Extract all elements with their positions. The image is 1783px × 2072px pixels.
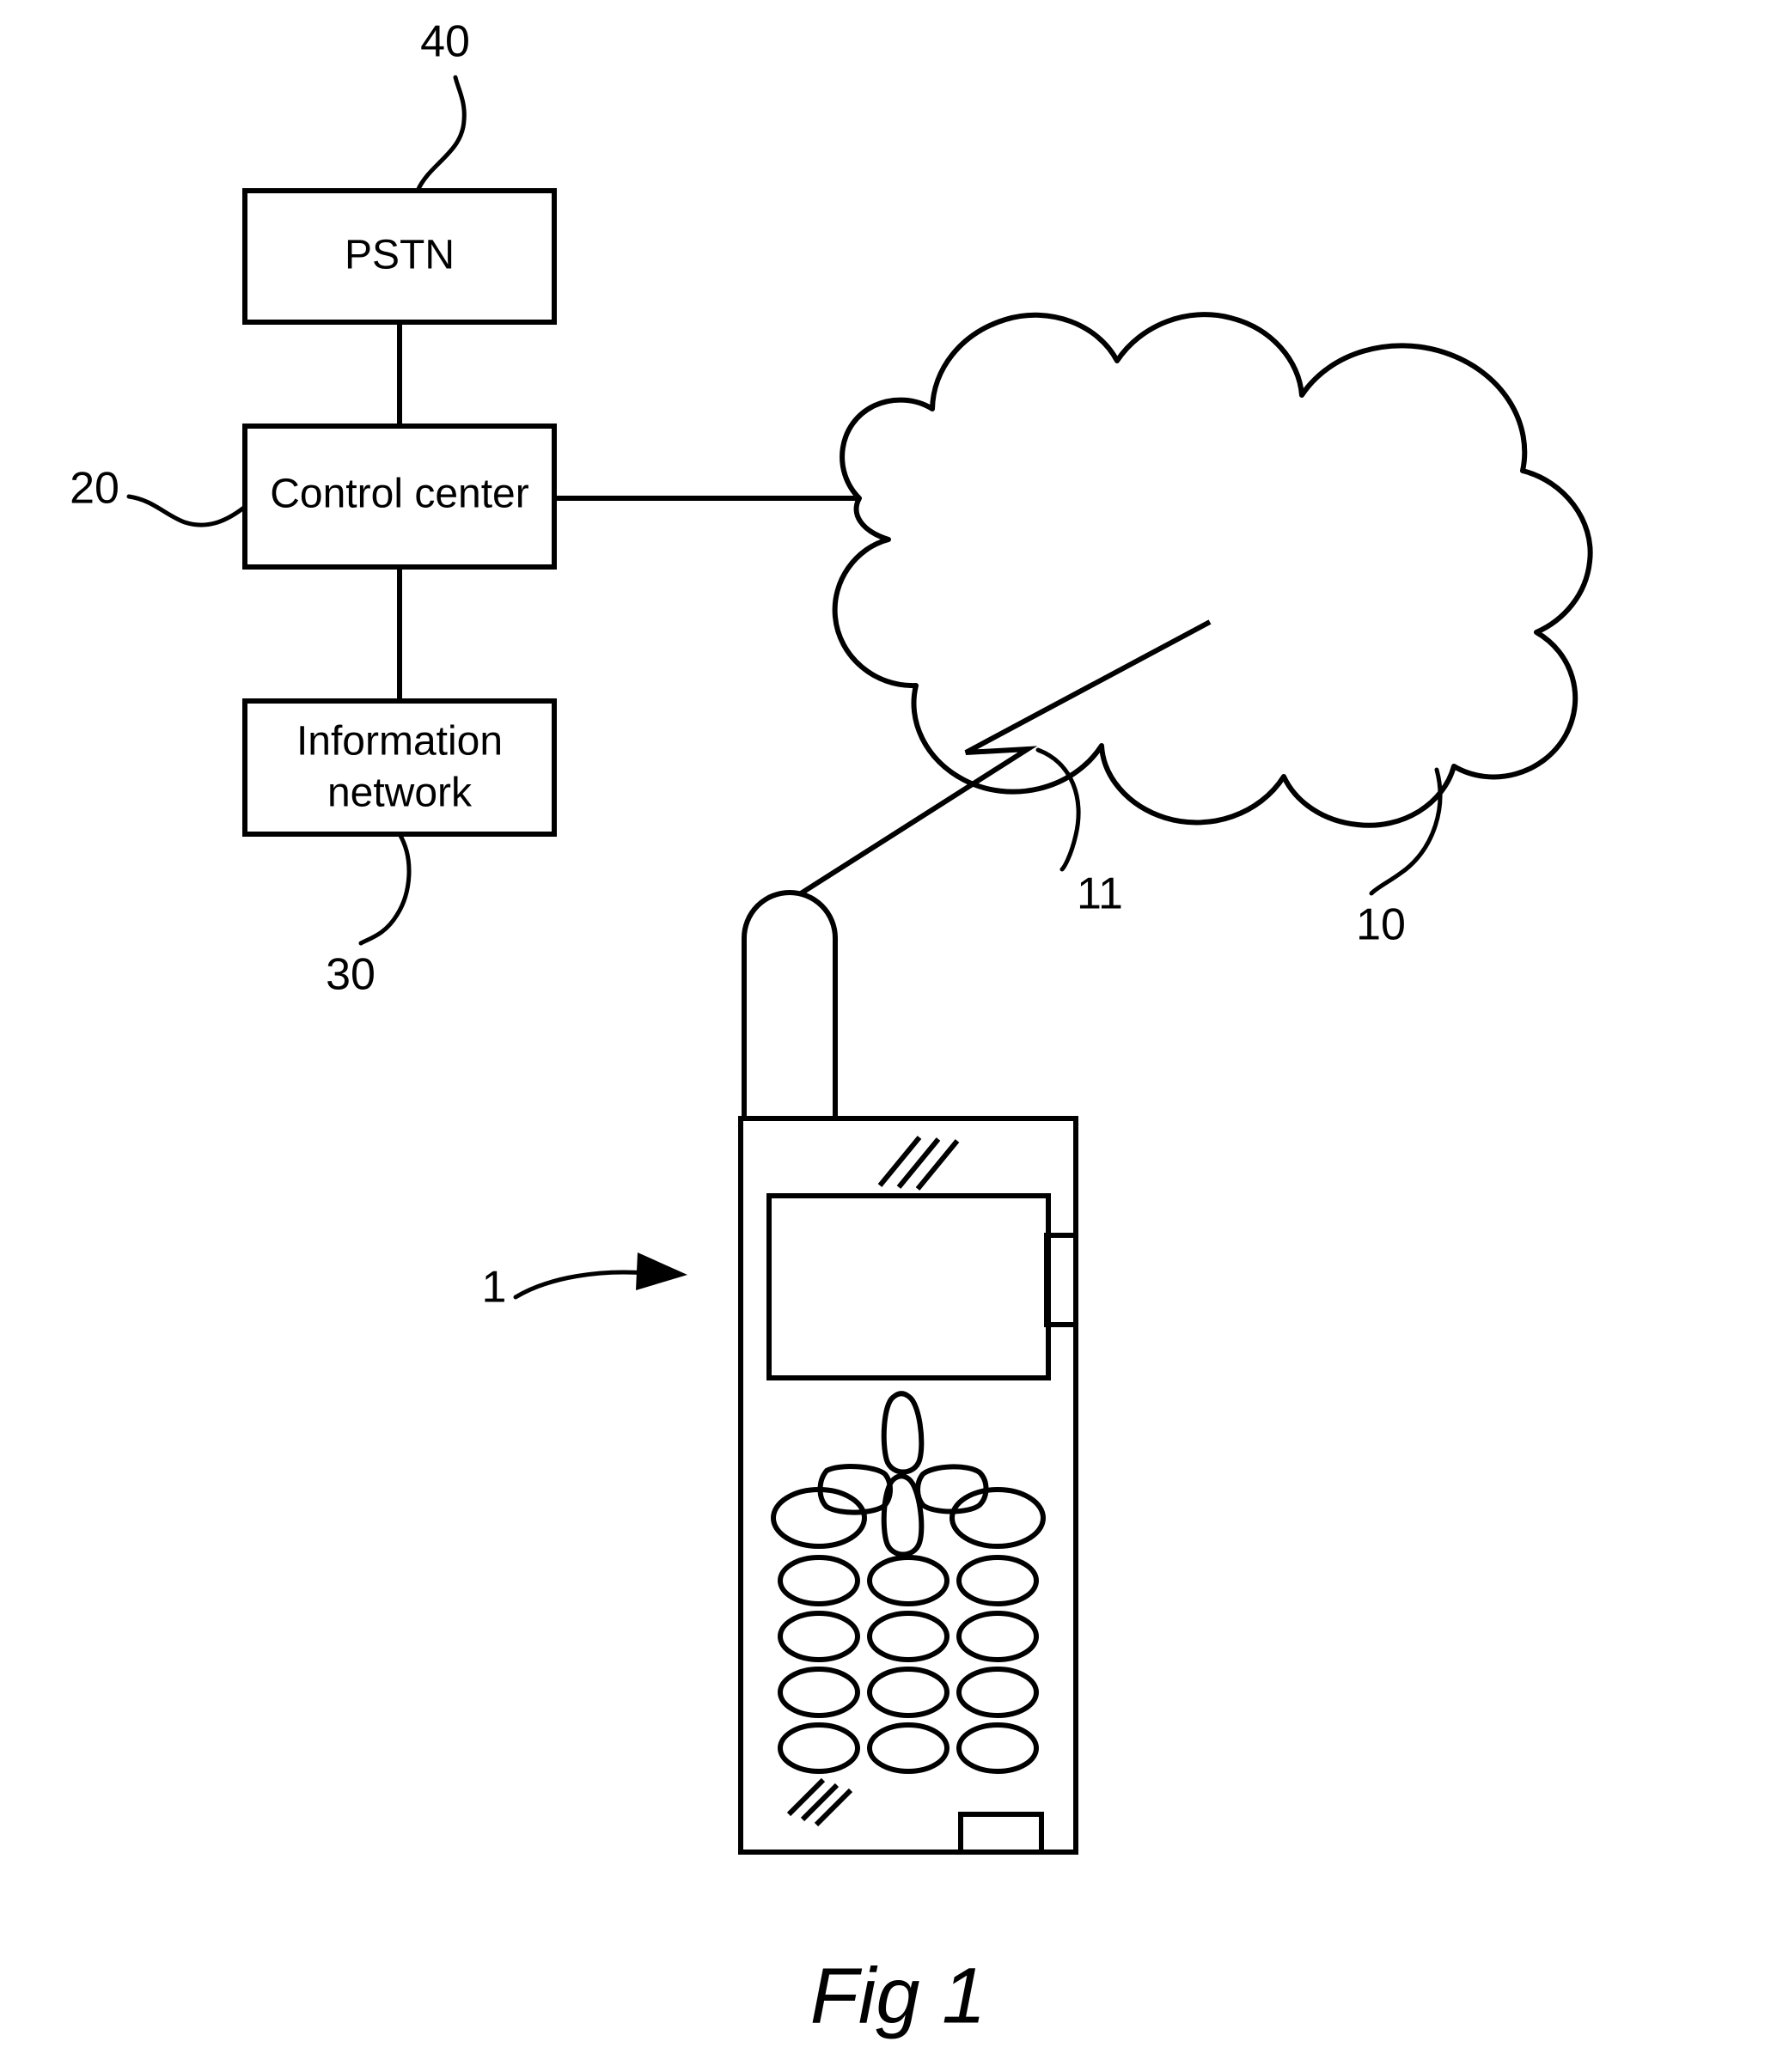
side-button[interactable]	[1044, 1233, 1076, 1327]
navigation-keypad[interactable]	[817, 1391, 989, 1557]
earpiece-grille-icon	[877, 1136, 960, 1191]
keypad-key[interactable]	[867, 1555, 950, 1606]
display-screen[interactable]	[766, 1193, 1051, 1380]
numeric-keypad[interactable]	[778, 1555, 1039, 1774]
pstn-label: PSTN	[345, 233, 455, 278]
keypad-key[interactable]	[867, 1667, 950, 1718]
keypad-key[interactable]	[956, 1667, 1039, 1718]
nav-key-down-icon[interactable]	[881, 1473, 925, 1557]
cloud-network[interactable]	[832, 312, 1593, 828]
nav-key-right-icon[interactable]	[915, 1464, 989, 1514]
arrow-head-icon	[636, 1252, 687, 1290]
keypad-key[interactable]	[956, 1611, 1039, 1662]
lead-line-11	[1035, 747, 1081, 872]
lead-line-20	[126, 494, 247, 527]
reference-numeral-30: 30	[326, 950, 376, 1000]
reference-callout-40: 40	[415, 17, 470, 193]
lead-line-1	[513, 1270, 649, 1300]
control-center-label: Control center	[270, 472, 528, 517]
reference-numeral-10: 10	[1356, 900, 1406, 950]
bottom-connector	[958, 1812, 1044, 1852]
information-network-label-line2: network	[327, 771, 473, 816]
reference-callout-30: 30	[326, 832, 412, 1000]
block-control-center[interactable]: Control center	[242, 424, 557, 570]
soft-key-right[interactable]	[950, 1487, 1046, 1549]
lead-line-40	[415, 75, 467, 193]
keypad-key[interactable]	[778, 1611, 860, 1662]
block-information-network[interactable]: Information network	[242, 698, 557, 837]
information-network-label-line1: Information	[296, 719, 503, 765]
reference-callout-1: 1	[482, 1252, 687, 1313]
nav-key-up-icon[interactable]	[881, 1391, 925, 1475]
phone-body-outline	[738, 1116, 1078, 1855]
soft-keys-row[interactable]	[771, 1487, 1046, 1549]
reference-callout-10: 10	[1356, 767, 1443, 950]
keypad-key[interactable]	[778, 1722, 860, 1774]
antenna	[742, 890, 838, 1118]
reference-numeral-40: 40	[420, 17, 470, 67]
lead-line-10	[1369, 767, 1443, 896]
figure-canvas: PSTN 40 Control center 20 Information ne…	[70, 17, 1593, 2039]
reference-callout-20: 20	[70, 464, 247, 527]
mobile-phone[interactable]	[738, 890, 1078, 1855]
radio-link-zigzag	[799, 619, 1212, 896]
block-pstn[interactable]: PSTN	[242, 188, 557, 325]
figure-caption: Fig 1	[810, 1952, 986, 2039]
keypad-key[interactable]	[867, 1611, 950, 1662]
microphone-grille-icon	[786, 1777, 853, 1827]
keypad-key[interactable]	[956, 1722, 1039, 1774]
reference-numeral-1: 1	[482, 1263, 507, 1313]
lead-line-30	[358, 832, 412, 946]
reference-numeral-11: 11	[1077, 869, 1123, 919]
radio-link[interactable]	[799, 619, 1212, 896]
keypad-key[interactable]	[778, 1667, 860, 1718]
keypad-key[interactable]	[956, 1555, 1039, 1606]
keypad-key[interactable]	[867, 1722, 950, 1774]
cloud-outline	[832, 312, 1593, 828]
keypad-key[interactable]	[778, 1555, 860, 1606]
reference-numeral-20: 20	[70, 464, 119, 514]
patent-figure-1: PSTN 40 Control center 20 Information ne…	[0, 0, 1783, 2072]
